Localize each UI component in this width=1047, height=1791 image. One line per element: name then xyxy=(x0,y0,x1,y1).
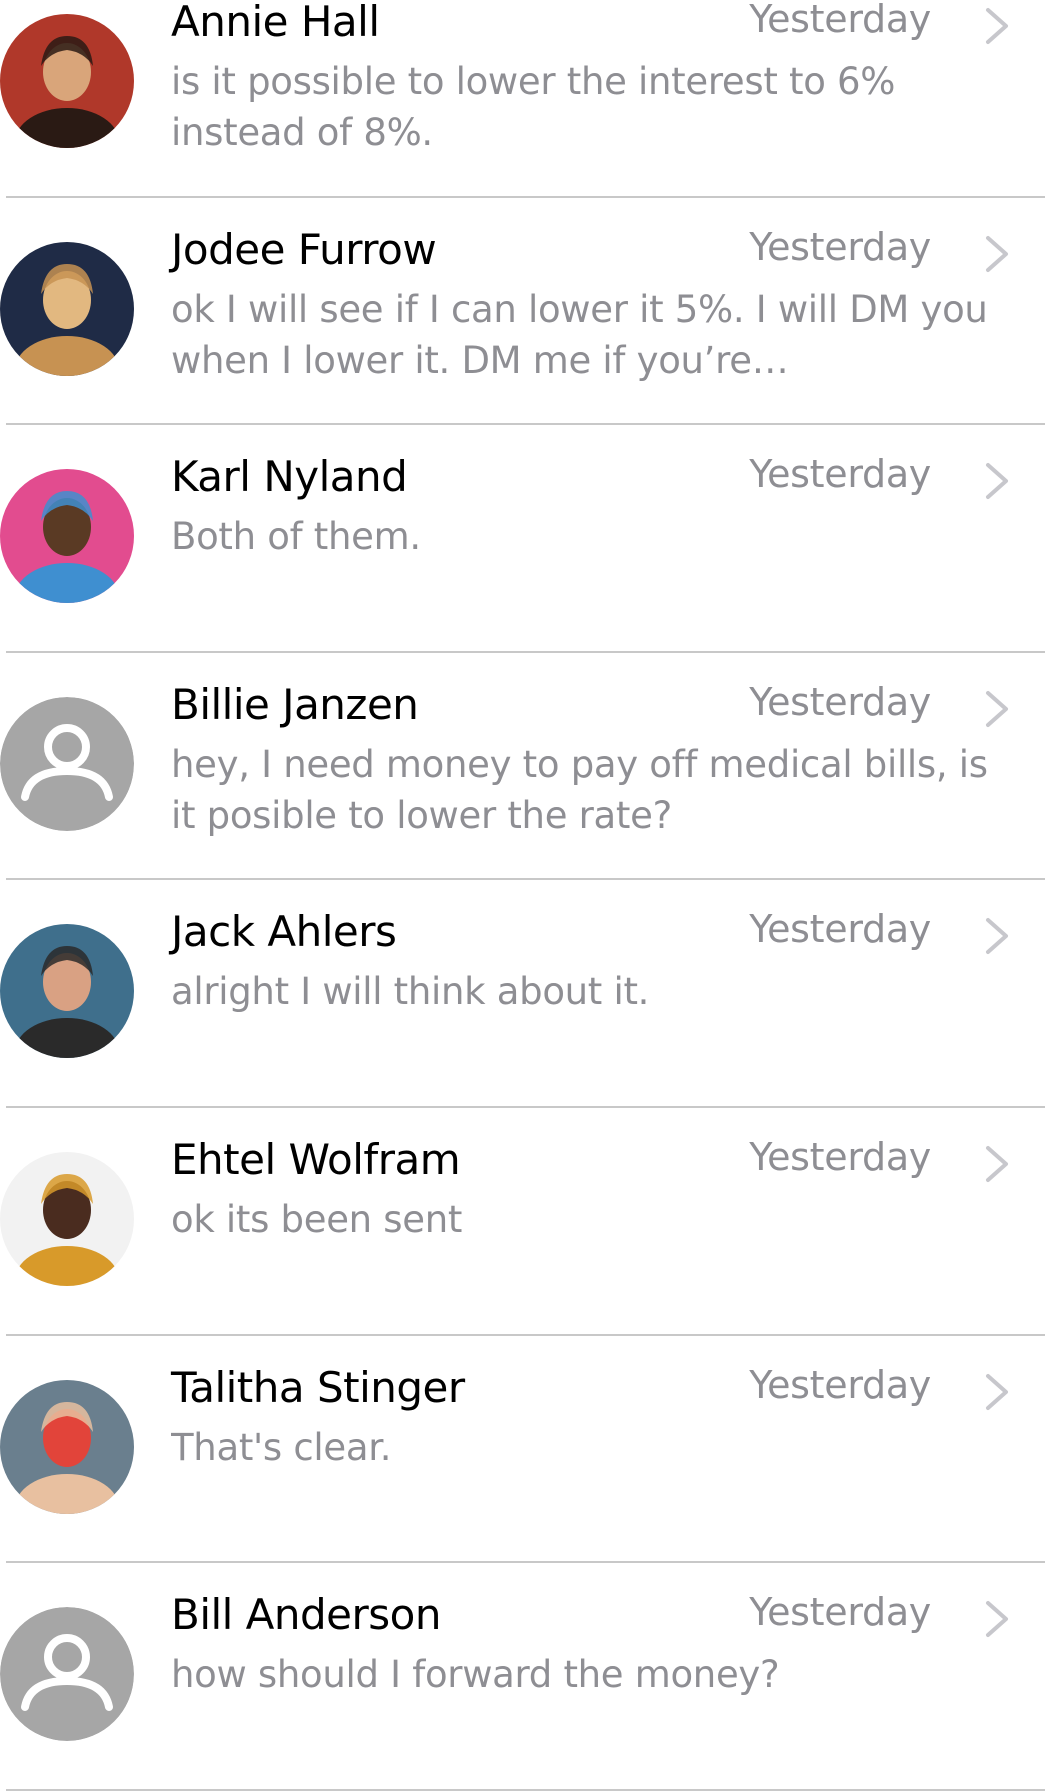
chevron-right-icon[interactable] xyxy=(980,1142,1016,1186)
message-preview: That's clear. xyxy=(171,1425,392,1469)
avatar-photo xyxy=(0,1151,134,1286)
conversation-row[interactable]: Jodee Furrow Yesterday ok I will see if I … xyxy=(0,198,1047,426)
message-timestamp: Yesterday xyxy=(749,907,931,952)
contact-name: Jack Ahlers xyxy=(171,907,397,957)
chevron-right-icon[interactable] xyxy=(980,687,1016,731)
contact-name: Jodee Furrow xyxy=(171,224,437,274)
avatar-photo xyxy=(0,14,134,148)
message-timestamp: Yesterday xyxy=(749,1590,931,1635)
avatar[interactable] xyxy=(0,241,134,376)
message-preview: ok I will see if I can lower it 5%. I wi… xyxy=(171,287,988,382)
row-divider xyxy=(6,1788,1045,1791)
chevron-right-icon[interactable] xyxy=(980,1370,1016,1414)
conversation-row[interactable]: Karl Nyland Yesterday Both of them. xyxy=(0,425,1047,653)
user-placeholder-icon xyxy=(0,696,134,831)
avatar[interactable] xyxy=(0,1607,134,1742)
conversation-row[interactable]: Annie Hall Yesterday is it possible to low… xyxy=(0,0,1047,198)
avatar-photo xyxy=(0,241,134,376)
message-timestamp: Yesterday xyxy=(749,1134,931,1179)
conversation-row[interactable]: Talitha Stinger Yesterday That's clear. xyxy=(0,1336,1047,1564)
chevron-right-icon[interactable] xyxy=(980,4,1016,48)
contact-name: Billie Janzen xyxy=(171,679,419,729)
chevron-right-icon[interactable] xyxy=(980,459,1016,503)
avatar-photo xyxy=(0,924,134,1059)
avatar[interactable] xyxy=(0,696,134,831)
message-timestamp: Yesterday xyxy=(749,452,931,497)
contact-name: Ehtel Wolfram xyxy=(171,1134,461,1184)
avatar[interactable] xyxy=(0,1379,134,1514)
avatar[interactable] xyxy=(0,469,134,604)
message-timestamp: Yesterday xyxy=(749,0,931,41)
conversation-list: Annie Hall Yesterday is it possible to low… xyxy=(0,0,1047,1791)
contact-name: Karl Nyland xyxy=(171,452,408,502)
chevron-right-icon[interactable] xyxy=(980,914,1016,958)
avatar[interactable] xyxy=(0,924,134,1059)
message-timestamp: Yesterday xyxy=(749,224,931,269)
avatar-photo xyxy=(0,469,134,604)
conversation-row[interactable]: Billie Janzen Yesterday hey, I need money … xyxy=(0,653,1047,881)
avatar[interactable] xyxy=(0,1151,134,1286)
conversation-row[interactable]: Ehtel Wolfram Yesterday ok its been sent xyxy=(0,1108,1047,1336)
chevron-right-icon[interactable] xyxy=(980,232,1016,276)
message-preview: is it possible to lower the interest to … xyxy=(171,60,896,154)
chevron-right-icon[interactable] xyxy=(980,1597,1016,1641)
message-preview: hey, I need money to pay off medical bil… xyxy=(171,742,988,837)
user-placeholder-icon xyxy=(0,1607,134,1742)
message-preview: alright I will think about it. xyxy=(171,970,650,1014)
contact-name: Annie Hall xyxy=(171,0,380,46)
message-timestamp: Yesterday xyxy=(749,1362,931,1407)
message-preview: how should I forward the money? xyxy=(171,1653,780,1697)
message-preview: ok its been sent xyxy=(171,1197,463,1241)
message-timestamp: Yesterday xyxy=(749,679,931,724)
avatar[interactable] xyxy=(0,14,134,148)
message-preview: Both of them. xyxy=(171,515,421,559)
contact-name: Talitha Stinger xyxy=(171,1362,465,1412)
avatar-photo xyxy=(0,1379,134,1514)
conversation-row[interactable]: Bill Anderson Yesterday how should I forwa… xyxy=(0,1563,1047,1791)
conversation-row[interactable]: Jack Ahlers Yesterday alright I will think… xyxy=(0,880,1047,1108)
contact-name: Bill Anderson xyxy=(171,1590,442,1640)
